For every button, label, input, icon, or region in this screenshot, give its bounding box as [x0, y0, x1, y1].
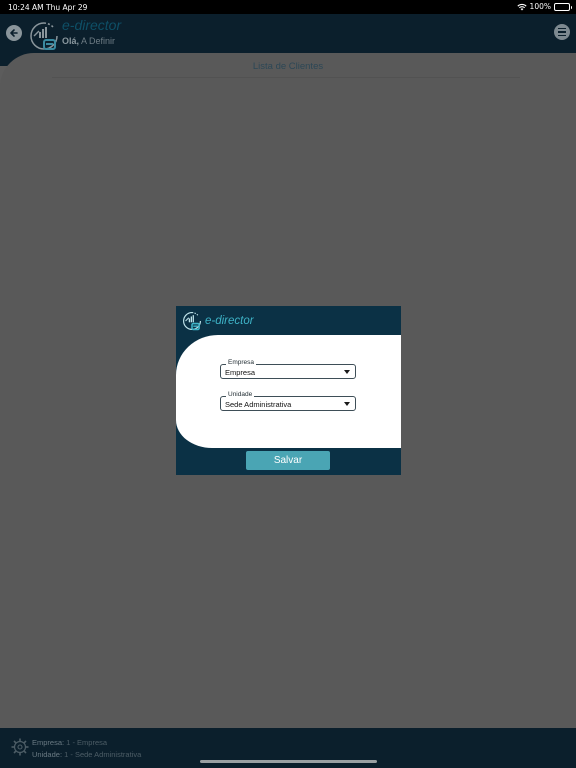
footer: Empresa: 1 - Empresa Unidade: 1 - Sede A…	[0, 728, 576, 768]
menu-button[interactable]	[554, 24, 570, 40]
chevron-down-icon	[344, 370, 350, 374]
footer-empresa-value: 1 - Empresa	[66, 738, 108, 747]
greeting: Olá, A Definir	[62, 36, 115, 46]
footer-unidade: Unidade: 1 - Sede Administrativa	[32, 750, 141, 759]
footer-unidade-value: 1 - Sede Administrativa	[64, 750, 142, 759]
footer-unidade-label: Unidade:	[32, 750, 63, 759]
battery-icon	[554, 2, 572, 11]
empresa-label: Empresa	[226, 359, 257, 367]
footer-empresa: Empresa: 1 - Empresa	[32, 738, 107, 747]
status-right: 100%	[516, 2, 572, 11]
footer-empresa-label: Empresa:	[32, 738, 65, 747]
wifi-icon	[516, 3, 527, 10]
page-title: Lista de Clientes	[252, 61, 324, 72]
empresa-value: Empresa	[225, 367, 256, 377]
company-select-dialog: e-director Empresa Empresa Unidade Sede …	[176, 306, 401, 475]
dialog-body: Empresa Empresa Unidade Sede Administrat…	[176, 335, 401, 448]
greeting-prefix: Olá,	[62, 36, 80, 46]
save-button[interactable]: Salvar	[246, 451, 330, 470]
empresa-select[interactable]: Empresa Empresa	[220, 359, 356, 379]
status-bar: 10:24 AM Thu Apr 29 100%	[0, 0, 576, 14]
home-indicator[interactable]	[200, 760, 377, 763]
unidade-label: Unidade	[226, 391, 255, 399]
status-time: 10:24 AM	[8, 3, 44, 12]
e-director-logo-icon	[183, 312, 201, 331]
greeting-name: A Definir	[81, 36, 116, 46]
hamburger-line	[558, 34, 566, 36]
dialog-brand-title: e-director	[205, 315, 254, 327]
status-date: Thu Apr 29	[46, 3, 88, 12]
back-button[interactable]	[6, 25, 22, 41]
chevron-down-icon	[344, 402, 350, 406]
dialog-brand: e-director	[181, 310, 254, 332]
unidade-value: Sede Administrativa	[225, 399, 292, 409]
hamburger-line	[558, 31, 566, 33]
arrow-left-icon	[10, 29, 18, 37]
e-director-logo-icon	[30, 22, 58, 50]
battery-percent: 100%	[529, 2, 551, 11]
gear-icon[interactable]	[10, 737, 30, 757]
app-brand-title: e-director	[62, 17, 122, 33]
title-divider	[52, 77, 520, 78]
unidade-select[interactable]: Unidade Sede Administrativa	[220, 391, 356, 411]
hamburger-menu-icon	[558, 28, 566, 30]
